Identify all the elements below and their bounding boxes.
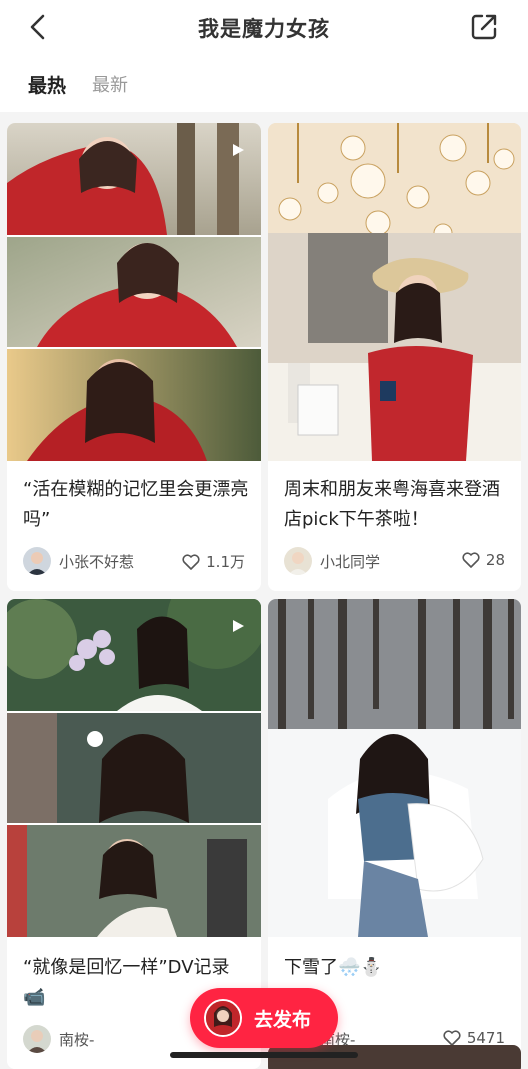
post-cover-image bbox=[268, 123, 521, 461]
sort-tabs: 最热 最新 bbox=[0, 56, 528, 112]
post-cover-image bbox=[7, 123, 261, 461]
post-cover-image bbox=[268, 599, 521, 937]
post-card[interactable]: “活在模糊的记忆里会更漂亮吗” 小张不好惹 1.1万 bbox=[7, 123, 261, 591]
post-card[interactable]: 周末和朋友来粤海喜来登酒店pick下午茶啦！ 小北同学 28 bbox=[268, 123, 521, 591]
post-author[interactable]: 小北同学 bbox=[284, 547, 380, 575]
avatar bbox=[23, 547, 51, 575]
post-caption: 周末和朋友来粤海喜来登酒店pick下午茶啦！ bbox=[284, 479, 500, 530]
post-author[interactable]: 南桉- bbox=[23, 1025, 94, 1053]
author-name: 南桉- bbox=[59, 1030, 95, 1049]
like-counter[interactable]: 28 bbox=[462, 551, 505, 569]
heart-icon bbox=[443, 1030, 461, 1046]
tab-latest[interactable]: 最新 bbox=[92, 71, 128, 97]
share-export-icon[interactable] bbox=[468, 11, 500, 43]
avatar bbox=[284, 547, 312, 575]
post-feed: “活在模糊的记忆里会更漂亮吗” 小张不好惹 1.1万 周末和朋友来粤海喜来登酒店… bbox=[0, 112, 528, 1069]
page-title: 我是魔力女孩 bbox=[198, 17, 330, 41]
publish-label: 去发布 bbox=[254, 1008, 312, 1031]
avatar bbox=[204, 999, 242, 1037]
heart-icon bbox=[182, 553, 200, 570]
home-indicator bbox=[170, 1052, 358, 1058]
chevron-left-icon[interactable] bbox=[24, 12, 54, 42]
avatar bbox=[23, 1025, 51, 1053]
post-author[interactable]: 小张不好惹 bbox=[23, 547, 134, 575]
heart-icon bbox=[462, 552, 480, 568]
like-count: 28 bbox=[485, 551, 505, 569]
like-counter[interactable]: 1.1万 bbox=[182, 551, 245, 572]
author-name: 小张不好惹 bbox=[59, 552, 135, 571]
publish-button[interactable]: 去发布 bbox=[190, 988, 338, 1048]
post-caption: “活在模糊的记忆里会更漂亮吗” bbox=[23, 479, 249, 530]
post-caption: 下雪了🌨️⛄ bbox=[284, 957, 383, 978]
tab-hottest[interactable]: 最热 bbox=[28, 71, 66, 98]
post-cover-image bbox=[7, 599, 261, 937]
author-name: 小北同学 bbox=[320, 552, 381, 571]
video-play-icon bbox=[233, 144, 244, 156]
top-bar: 我是魔力女孩 bbox=[0, 0, 528, 56]
like-count: 1.1万 bbox=[206, 553, 245, 571]
video-play-icon bbox=[233, 620, 244, 632]
